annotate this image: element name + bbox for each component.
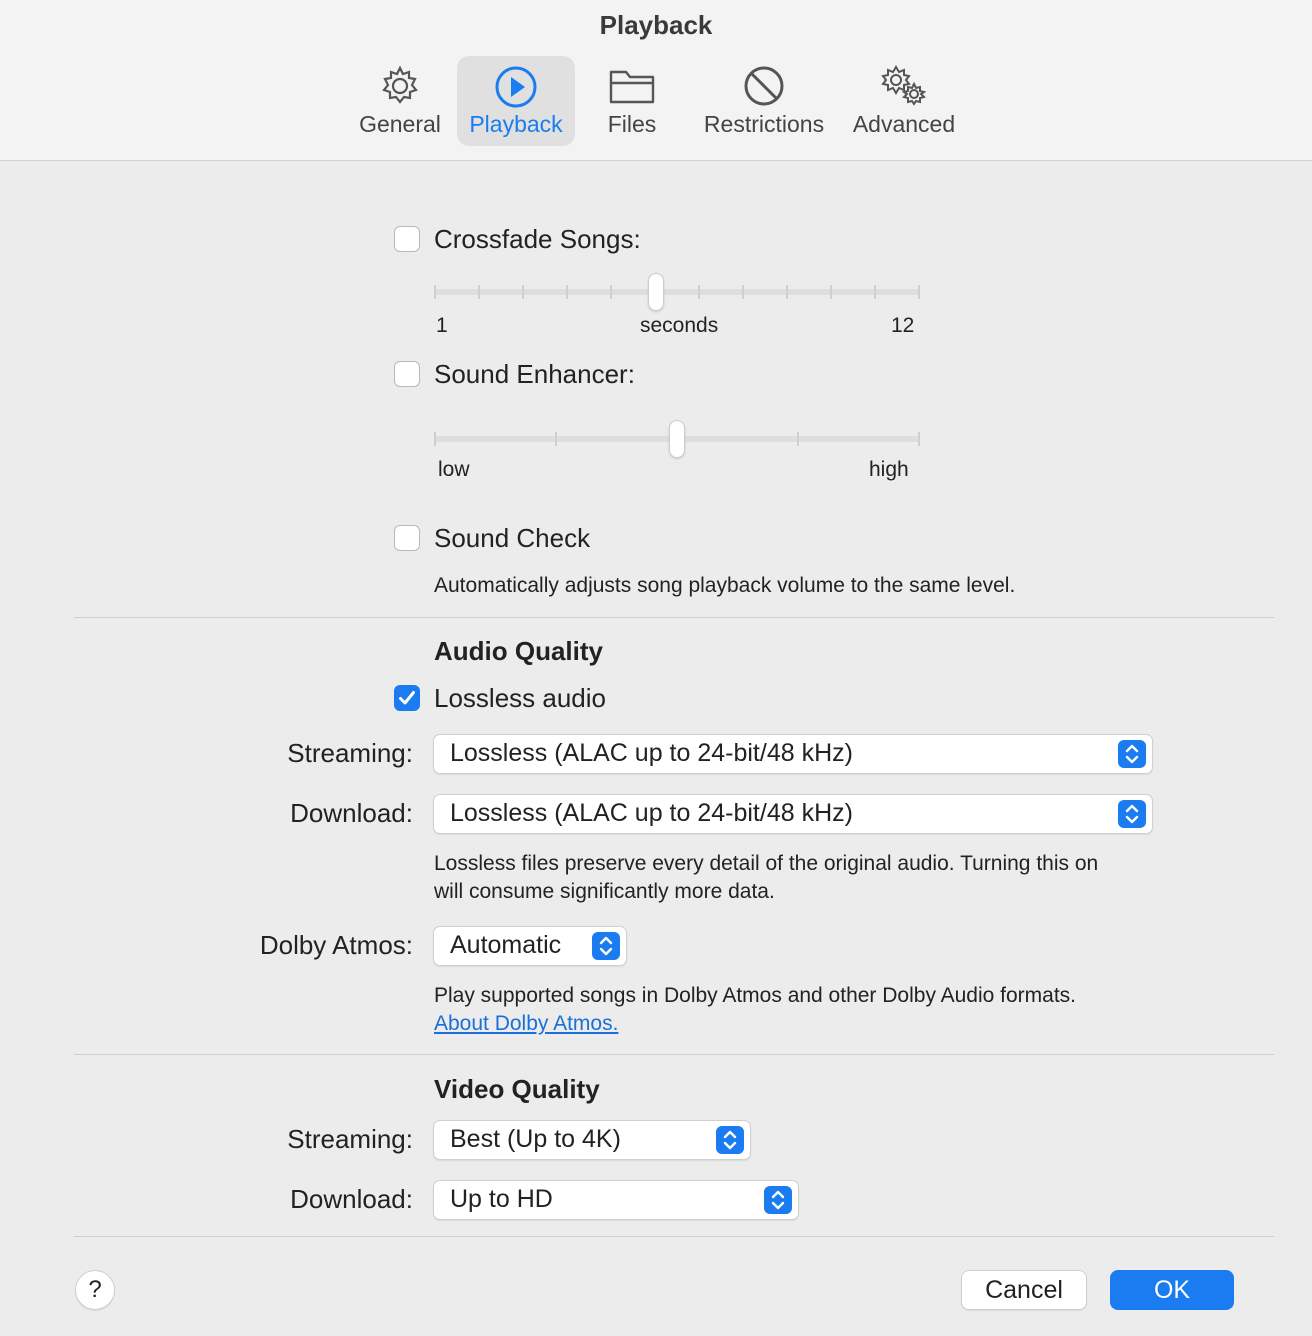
slider-tick (434, 432, 436, 446)
lossless-note-line: Lossless files preserve every detail of … (434, 852, 1099, 875)
popup-value: Up to HD (450, 1185, 553, 1213)
crossfade-slider[interactable] (434, 270, 920, 314)
lossless-audio-label: Lossless audio (434, 683, 606, 713)
slider-tick (742, 285, 744, 299)
about-dolby-atmos-link[interactable]: About Dolby Atmos. (434, 1012, 618, 1035)
window-title: Playback (599, 10, 713, 40)
toolbar: Playback General Playback Files Restrict… (0, 0, 1312, 161)
sound-enhancer-label: Sound Enhancer: (434, 359, 635, 389)
help-button[interactable]: ? (75, 1270, 115, 1310)
prohibited-icon (744, 66, 784, 106)
cancel-button[interactable]: Cancel (961, 1270, 1087, 1310)
crossfade-checkbox[interactable] (394, 226, 420, 252)
dolby-note: Play supported songs in Dolby Atmos and … (434, 982, 1076, 1038)
gears-icon (881, 65, 927, 106)
tab-playback[interactable]: Playback (457, 56, 575, 146)
video-streaming-label: Streaming: (287, 1124, 413, 1154)
video-download-label: Download: (290, 1184, 413, 1214)
slider-tick (786, 285, 788, 299)
lossless-note: Lossless files preserve every detail of … (434, 850, 1098, 906)
popup-value: Automatic (450, 931, 562, 959)
slider-tick (698, 285, 700, 299)
tab-label: Playback (469, 111, 563, 137)
audio-download-label: Download: (290, 798, 413, 828)
popup-value: Lossless (ALAC up to 24-bit/48 kHz) (450, 739, 853, 767)
slider-tick (555, 432, 557, 446)
dolby-atmos-popup[interactable]: Automatic (433, 926, 627, 966)
sound-check-checkbox[interactable] (394, 525, 420, 551)
sound-check-label: Sound Check (434, 523, 591, 553)
stepper-icon (1118, 740, 1146, 768)
slider-tick (830, 285, 832, 299)
tab-label: General (359, 111, 441, 137)
checkmark-icon (399, 691, 415, 705)
crossfade-max-label: 12 (891, 314, 915, 337)
stepper-icon (716, 1126, 744, 1154)
slider-tick (918, 432, 920, 446)
slider-tick (797, 432, 799, 446)
slider-tick (434, 285, 436, 299)
tab-files[interactable]: Files (582, 56, 682, 146)
slider-tick (874, 285, 876, 299)
crossfade-label: Crossfade Songs: (434, 224, 641, 254)
sound-enhancer-slider[interactable] (434, 418, 920, 462)
gear-icon (382, 65, 418, 104)
divider (74, 1236, 1274, 1237)
stepper-icon (1118, 800, 1146, 828)
audio-streaming-label: Streaming: (287, 738, 413, 768)
lossless-note-line: will consume significantly more data. (434, 880, 775, 903)
audio-quality-heading: Audio Quality (434, 636, 603, 666)
sound-enhancer-min-label: low (438, 458, 470, 481)
slider-thumb[interactable] (669, 420, 685, 458)
popup-value: Best (Up to 4K) (450, 1125, 621, 1153)
crossfade-unit-label: seconds (640, 314, 719, 337)
tab-label: Advanced (852, 111, 956, 137)
slider-tick (566, 285, 568, 299)
tab-general[interactable]: General (350, 56, 450, 146)
lossless-audio-checkbox[interactable] (394, 685, 420, 711)
slider-track (434, 289, 920, 295)
play-circle-icon (495, 66, 537, 108)
tab-label: Files (607, 111, 657, 137)
crossfade-min-label: 1 (436, 314, 448, 337)
ok-button[interactable]: OK (1110, 1270, 1234, 1310)
tab-advanced[interactable]: Advanced (848, 56, 960, 146)
video-streaming-popup[interactable]: Best (Up to 4K) (433, 1120, 751, 1160)
dolby-atmos-label: Dolby Atmos: (259, 930, 413, 960)
sound-enhancer-max-label: high (869, 458, 909, 481)
slider-tick (610, 285, 612, 299)
slider-tick (478, 285, 480, 299)
folder-icon (609, 70, 655, 104)
popup-value: Lossless (ALAC up to 24-bit/48 kHz) (450, 799, 853, 827)
stepper-icon (592, 932, 620, 960)
sound-enhancer-checkbox[interactable] (394, 361, 420, 387)
slider-tick (918, 285, 920, 299)
slider-thumb[interactable] (647, 273, 664, 311)
divider (74, 1054, 1274, 1055)
sound-check-description: Automatically adjusts song playback volu… (434, 574, 1016, 597)
dolby-note-text: Play supported songs in Dolby Atmos and … (434, 984, 1077, 1007)
video-quality-heading: Video Quality (434, 1074, 600, 1104)
video-download-popup[interactable]: Up to HD (433, 1180, 799, 1220)
audio-download-popup[interactable]: Lossless (ALAC up to 24-bit/48 kHz) (433, 794, 1153, 834)
audio-streaming-popup[interactable]: Lossless (ALAC up to 24-bit/48 kHz) (433, 734, 1153, 774)
stepper-icon (764, 1186, 792, 1214)
slider-tick (522, 285, 524, 299)
tab-label: Restrictions (703, 111, 825, 137)
divider (74, 617, 1274, 618)
tab-restrictions[interactable]: Restrictions (700, 56, 828, 146)
